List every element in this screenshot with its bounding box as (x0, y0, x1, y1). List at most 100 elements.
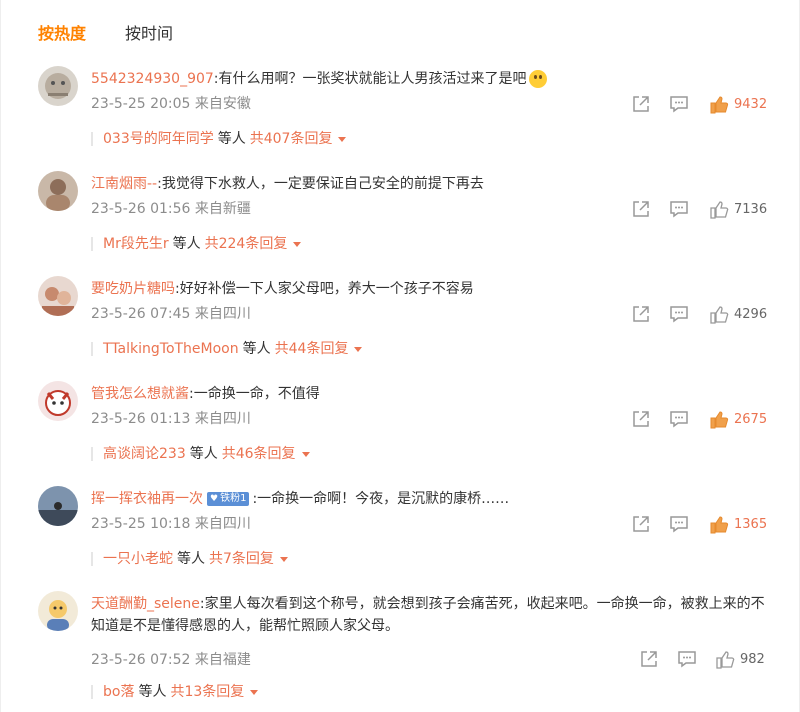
reply-username[interactable]: 033号的阿年同学 (103, 131, 214, 147)
comment-location: 来自安徽 (194, 96, 251, 112)
comment-content: 管我怎么想就酱:一命换一命，不值得 (91, 383, 771, 405)
reply-summary[interactable]: bo落 等人 共13条回复 (91, 683, 259, 701)
chevron-down-icon[interactable] (338, 136, 347, 142)
comment-username[interactable]: 江南烟雨-- (91, 176, 157, 192)
avatar[interactable] (38, 486, 78, 526)
share-icon[interactable] (631, 94, 651, 114)
comment-icon[interactable] (677, 649, 697, 669)
reply-summary[interactable]: TTalkingToTheMoon 等人 共44条回复 (91, 340, 363, 358)
like-button[interactable]: 4296 (709, 304, 767, 326)
comment-text: :我觉得下水救人，一定要保证自己安全的前提下再去 (157, 176, 484, 192)
comment-icon[interactable] (669, 514, 689, 534)
reply-etc-label: 等人 (189, 446, 218, 462)
like-thumb-icon (710, 305, 729, 324)
share-icon[interactable] (639, 649, 659, 669)
comment-username[interactable]: 要吃奶片糖吗 (91, 281, 175, 297)
fan-badge: 铁粉1 (207, 492, 250, 506)
comment-content: 挥一挥衣袖再一次铁粉1:一命换一命啊！今夜，是沉默的康桥…… (91, 488, 771, 510)
reply-summary[interactable]: 高谈阔论233 等人 共46条回复 (91, 445, 310, 463)
surprised-emoji-icon (528, 70, 547, 88)
like-button[interactable]: 7136 (709, 199, 767, 221)
reply-count[interactable]: 共44条回复 (275, 341, 349, 357)
avatar[interactable] (38, 66, 78, 106)
like-thumb-icon (710, 410, 729, 428)
comment-item: 挥一挥衣袖再一次铁粉1:一命换一命啊！今夜，是沉默的康桥…… 23-5-25 1… (1, 486, 800, 591)
comment-icon[interactable] (669, 304, 689, 324)
comment-meta: 23-5-26 07:45 来自四川 (91, 305, 251, 323)
reply-count[interactable]: 共407条回复 (250, 131, 333, 147)
comment-time: 23-5-26 07:45 (91, 306, 191, 322)
comment-text: :一命换一命啊！今夜，是沉默的康桥…… (252, 491, 510, 507)
avatar[interactable] (38, 171, 78, 211)
comment-meta: 23-5-25 10:18 来自四川 (91, 515, 251, 533)
chevron-down-icon[interactable] (279, 556, 288, 562)
comment-item: 5542324930_907:有什么用啊？一张奖状就能让人男孩活过来了是吧 23… (1, 66, 800, 171)
comment-time: 23-5-25 10:18 (91, 516, 191, 532)
comment-content: 江南烟雨--:我觉得下水救人，一定要保证自己安全的前提下再去 (91, 173, 771, 195)
avatar[interactable] (38, 381, 78, 421)
comment-text: :好好补偿一下人家父母吧，养大一个孩子不容易 (175, 281, 474, 297)
reply-username[interactable]: bo落 (103, 684, 134, 700)
reply-count[interactable]: 共13条回复 (170, 684, 244, 700)
share-icon[interactable] (631, 199, 651, 219)
share-icon[interactable] (631, 304, 651, 324)
comment-icon[interactable] (669, 409, 689, 429)
like-thumb-icon (710, 95, 729, 113)
comment-text: :有什么用啊？一张奖状就能让人男孩活过来了是吧 (213, 71, 527, 87)
reply-username[interactable]: 一只小老蛇 (103, 551, 173, 567)
avatar[interactable] (38, 591, 78, 631)
comment-icon[interactable] (669, 199, 689, 219)
share-icon[interactable] (631, 514, 651, 534)
comment-time: 23-5-25 20:05 (91, 96, 191, 112)
reply-username[interactable]: TTalkingToTheMoon (103, 341, 239, 357)
comment-username[interactable]: 天道酬勤_selene (91, 596, 200, 612)
comment-item: 管我怎么想就酱:一命换一命，不值得 23-5-26 01:13 来自四川 267… (1, 381, 800, 486)
like-thumb-icon (710, 515, 729, 533)
reply-summary[interactable]: Mr段先生r 等人 共224条回复 (91, 235, 302, 253)
reply-summary[interactable]: 033号的阿年同学 等人 共407条回复 (91, 130, 347, 148)
like-button[interactable]: 2675 (709, 409, 767, 431)
comment-location: 来自福建 (194, 652, 251, 668)
reply-etc-label: 等人 (217, 131, 246, 147)
tab-sort-by-time[interactable]: 按时间 (125, 20, 173, 48)
comment-meta: 23-5-26 01:13 来自四川 (91, 410, 251, 428)
comment-username[interactable]: 管我怎么想就酱 (91, 386, 189, 402)
reply-count[interactable]: 共7条回复 (209, 551, 274, 567)
like-button[interactable]: 9432 (709, 94, 767, 116)
reply-username[interactable]: Mr段先生r (103, 236, 169, 252)
share-icon[interactable] (631, 409, 651, 429)
chevron-down-icon[interactable] (293, 241, 302, 247)
like-count: 2675 (734, 412, 768, 427)
like-thumb-icon (710, 200, 729, 219)
chevron-down-icon[interactable] (250, 689, 259, 695)
reply-summary[interactable]: 一只小老蛇 等人 共7条回复 (91, 550, 288, 568)
chevron-down-icon[interactable] (354, 346, 363, 352)
avatar[interactable] (38, 276, 78, 316)
comment-content: 天道酬勤_selene:家里人每次看到这个称号，就会想到孩子会痛苦死，收起来吧。… (91, 593, 771, 637)
comment-actions: 9432 (631, 94, 771, 116)
like-count: 982 (740, 652, 765, 667)
comment-item: 天道酬勤_selene:家里人每次看到这个称号，就会想到孩子会痛苦死，收起来吧。… (1, 591, 800, 712)
reply-etc-label: 等人 (242, 341, 271, 357)
comment-username[interactable]: 5542324930_907 (91, 71, 214, 87)
reply-count[interactable]: 共224条回复 (205, 236, 288, 252)
comment-icon[interactable] (669, 94, 689, 114)
like-button[interactable]: 982 (715, 649, 765, 671)
comment-actions: 1365 (631, 514, 771, 536)
like-count: 9432 (734, 97, 768, 112)
like-count: 7136 (734, 202, 768, 217)
reply-count[interactable]: 共46条回复 (222, 446, 296, 462)
comment-username[interactable]: 挥一挥衣袖再一次 (91, 491, 203, 507)
comment-location: 来自新疆 (194, 201, 251, 217)
like-button[interactable]: 1365 (709, 514, 767, 536)
comment-item: 要吃奶片糖吗:好好补偿一下人家父母吧，养大一个孩子不容易 23-5-26 07:… (1, 276, 800, 381)
chevron-down-icon[interactable] (301, 451, 310, 457)
comment-meta: 23-5-26 01:56 来自新疆 (91, 200, 251, 218)
comment-actions: 982 (639, 649, 779, 671)
comment-content: 要吃奶片糖吗:好好补偿一下人家父母吧，养大一个孩子不容易 (91, 278, 771, 300)
comment-meta: 23-5-26 07:52 来自福建 (91, 651, 251, 669)
tab-sort-by-hot[interactable]: 按热度 (38, 20, 86, 48)
comment-section: 按热度 按时间 5542324930_907:有什么用啊？一张奖状就能让人男孩活… (0, 0, 800, 712)
like-count: 1365 (734, 517, 768, 532)
reply-username[interactable]: 高谈阔论233 (103, 446, 186, 462)
